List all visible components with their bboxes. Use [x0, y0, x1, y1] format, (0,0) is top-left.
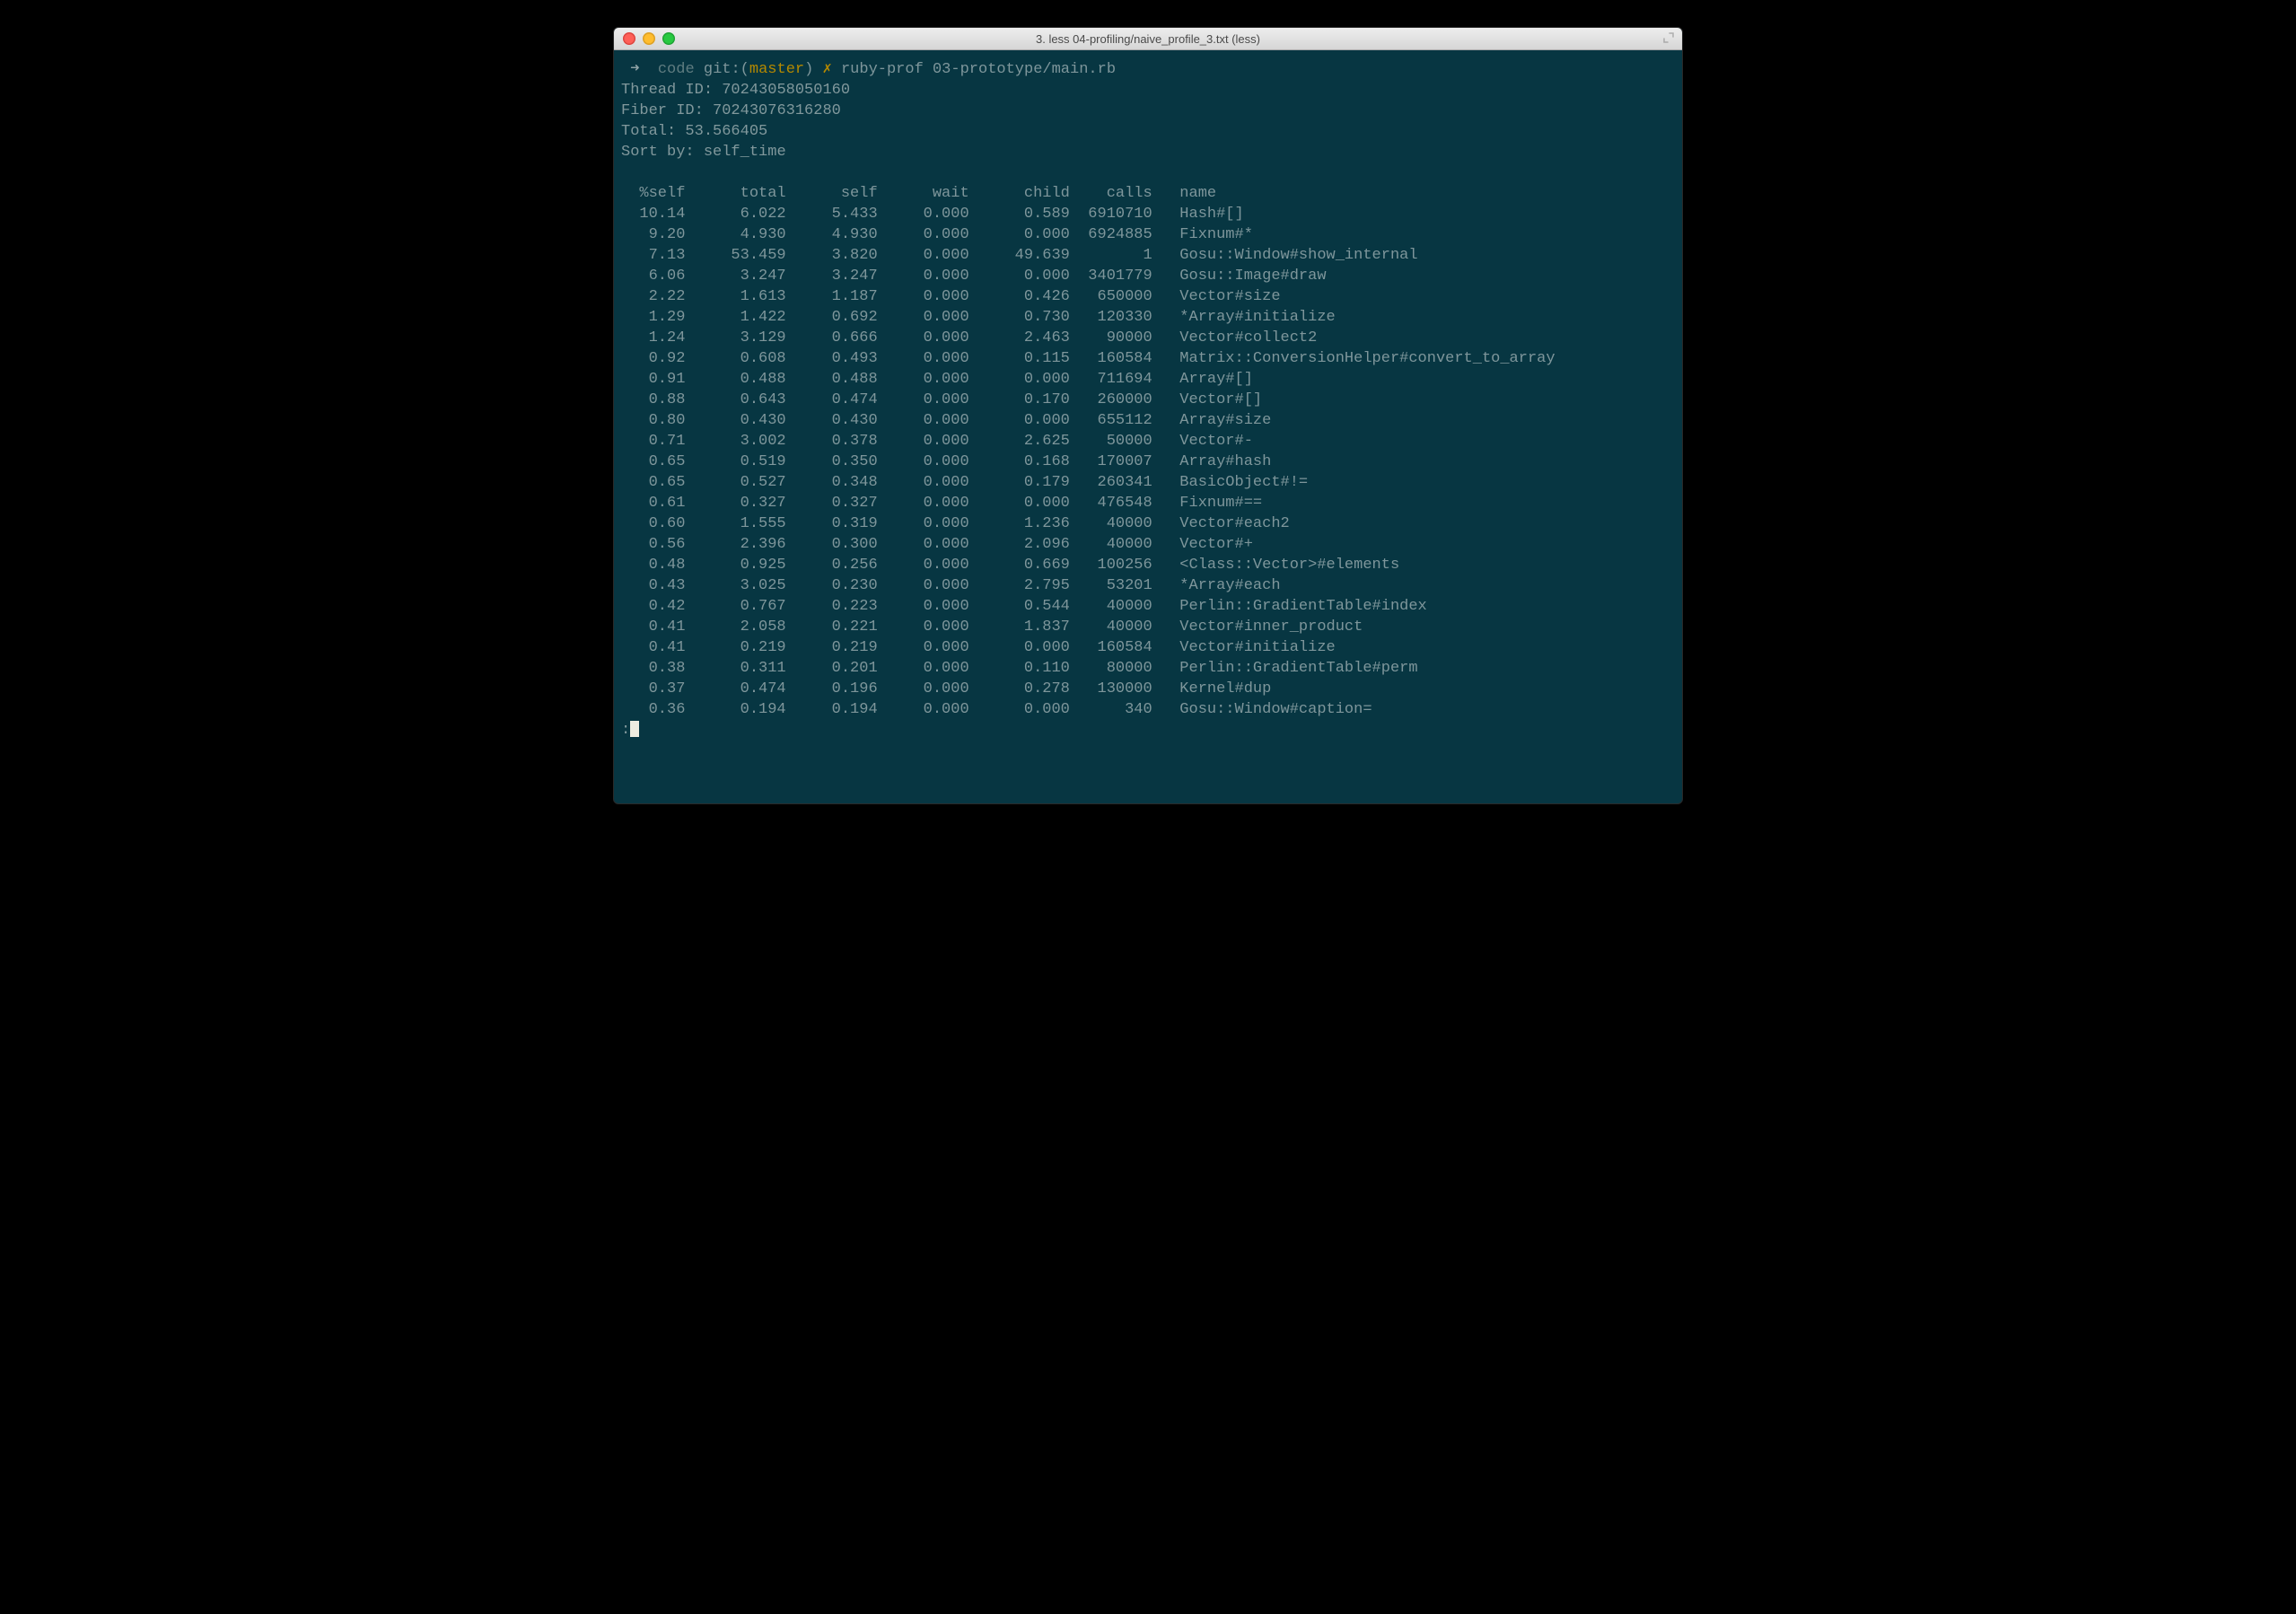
prompt-dir: code [658, 61, 695, 78]
table-row: 0.41 0.219 0.219 0.000 0.000 160584 Vect… [621, 639, 1336, 656]
minimize-icon[interactable] [643, 32, 655, 45]
fullscreen-icon[interactable] [1662, 31, 1675, 44]
table-row: 0.41 2.058 0.221 0.000 1.837 40000 Vecto… [621, 618, 1363, 636]
total-line: Total: 53.566405 [621, 123, 767, 140]
cursor [630, 721, 639, 737]
table-row: 0.65 0.519 0.350 0.000 0.168 170007 Arra… [621, 453, 1271, 470]
fiber-id-line: Fiber ID: 70243076316280 [621, 102, 841, 119]
prompt-arrow-icon: ➜ [630, 61, 639, 78]
table-row: 0.60 1.555 0.319 0.000 1.236 40000 Vecto… [621, 515, 1290, 532]
table-row: 0.48 0.925 0.256 0.000 0.669 100256 <Cla… [621, 557, 1399, 574]
table-row: 0.61 0.327 0.327 0.000 0.000 476548 Fixn… [621, 495, 1262, 512]
terminal-content[interactable]: ➜ code git:(master) ✗ ruby-prof 03-proto… [614, 50, 1682, 748]
titlebar: 3. less 04-profiling/naive_profile_3.txt… [614, 28, 1682, 50]
table-row: 7.13 53.459 3.820 0.000 49.639 1 Gosu::W… [621, 247, 1418, 264]
terminal-window: 3. less 04-profiling/naive_profile_3.txt… [613, 27, 1683, 804]
window-controls [614, 28, 675, 49]
table-row: 6.06 3.247 3.247 0.000 0.000 3401779 Gos… [621, 268, 1327, 285]
table-row: 0.88 0.643 0.474 0.000 0.170 260000 Vect… [621, 391, 1262, 408]
dirty-icon: ✗ [823, 61, 832, 78]
table-row: 0.42 0.767 0.223 0.000 0.544 40000 Perli… [621, 598, 1427, 615]
table-row: 0.92 0.608 0.493 0.000 0.115 160584 Matr… [621, 350, 1555, 367]
git-prefix: git:( [704, 61, 749, 78]
table-row: 2.22 1.613 1.187 0.000 0.426 650000 Vect… [621, 288, 1281, 305]
table-row: 0.71 3.002 0.378 0.000 2.625 50000 Vecto… [621, 433, 1253, 450]
table-row: 0.65 0.527 0.348 0.000 0.179 260341 Basi… [621, 474, 1308, 491]
table-row: 0.38 0.311 0.201 0.000 0.110 80000 Perli… [621, 660, 1418, 677]
zoom-icon[interactable] [662, 32, 675, 45]
table-row: 10.14 6.022 5.433 0.000 0.589 6910710 Ha… [621, 206, 1244, 223]
thread-id-line: Thread ID: 70243058050160 [621, 82, 850, 99]
git-suffix: ) [804, 61, 813, 78]
table-row: 9.20 4.930 4.930 0.000 0.000 6924885 Fix… [621, 226, 1253, 243]
table-row: 0.37 0.474 0.196 0.000 0.278 130000 Kern… [621, 680, 1271, 697]
prompt-line: ➜ code git:(master) ✗ ruby-prof 03-proto… [621, 61, 1116, 78]
table-row: 1.24 3.129 0.666 0.000 2.463 90000 Vecto… [621, 329, 1317, 346]
pager-prompt: : [621, 722, 630, 739]
columns-header: %self total self wait child calls name [621, 185, 1216, 202]
sort-line: Sort by: self_time [621, 144, 786, 161]
table-row: 1.29 1.422 0.692 0.000 0.730 120330 *Arr… [621, 309, 1336, 326]
close-icon[interactable] [623, 32, 635, 45]
window-title: 3. less 04-profiling/naive_profile_3.txt… [614, 32, 1682, 46]
git-branch: master [749, 61, 804, 78]
table-row: 0.36 0.194 0.194 0.000 0.000 340 Gosu::W… [621, 701, 1372, 718]
table-row: 0.56 2.396 0.300 0.000 2.096 40000 Vecto… [621, 536, 1253, 553]
table-row: 0.80 0.430 0.430 0.000 0.000 655112 Arra… [621, 412, 1271, 429]
command-text: ruby-prof 03-prototype/main.rb [841, 61, 1116, 78]
table-row: 0.91 0.488 0.488 0.000 0.000 711694 Arra… [621, 371, 1253, 388]
table-row: 0.43 3.025 0.230 0.000 2.795 53201 *Arra… [621, 577, 1281, 594]
